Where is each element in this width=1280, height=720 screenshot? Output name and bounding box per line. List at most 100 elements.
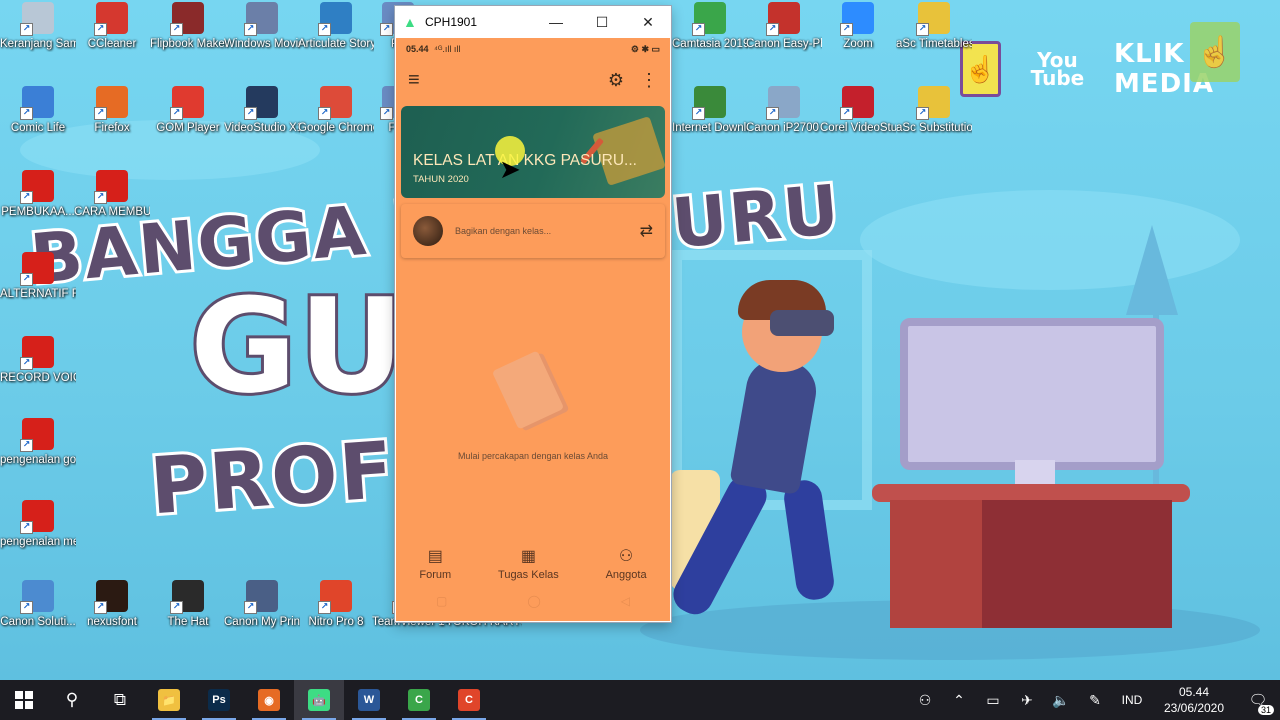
tab-forum[interactable]: ▤ Forum [419, 546, 451, 581]
desktop-icon-label: ALTERNATIF RECORD ... [0, 288, 76, 300]
shortcut-arrow-icon: ↗ [244, 107, 257, 120]
taskbar-app-firefox[interactable]: ◉ [244, 680, 294, 720]
desktop-icon[interactable]: ↗ nexusfont [74, 580, 150, 630]
youtube-logo: You Tube [1030, 48, 1085, 90]
desktop-icon-label: Canon iP2700 seri... [746, 122, 822, 134]
shortcut-arrow-icon: ↗ [20, 357, 33, 370]
home-icon[interactable]: ◯ [527, 594, 540, 608]
shortcut-arrow-icon: ↗ [20, 191, 33, 204]
flipbook-icon: ↗ [170, 2, 204, 36]
desktop-icon-label: Canon Soluti... [0, 616, 76, 628]
desktop-icon[interactable]: ↗ Camtasia 2019 [672, 2, 748, 52]
taskbar-app-photoshop[interactable]: Ps [194, 680, 244, 720]
taskbar-app-android-emulator[interactable]: 🤖 [294, 680, 344, 720]
desktop-icon[interactable]: ↗ Nitro Pro 8 [298, 580, 374, 630]
class-banner[interactable]: KELAS LAT AN KKG PASURU... TAHUN 2020 ➤ [401, 106, 665, 198]
desktop-icon[interactable]: ↗ pengenalan google ke... [0, 418, 76, 468]
desktop-icon-label: aSc Substitution [896, 122, 972, 134]
shortcut-arrow-icon: ↗ [380, 23, 393, 36]
desktop-icon-label: Canon My Printer [224, 616, 300, 628]
pen-icon[interactable]: ✎ [1078, 692, 1112, 709]
desktop-icon[interactable]: ↗ PEMBUKAA... [0, 170, 76, 220]
firefox-icon: ↗ [94, 86, 128, 120]
network-icon[interactable]: ✈ [1010, 692, 1044, 709]
status-time: 05.44 [406, 44, 429, 54]
desktop-icon-label: Keranjang Sampah [0, 38, 76, 50]
desktop-icon[interactable]: ↗ Flipbook Maker Pro [150, 2, 226, 52]
desktop-icon[interactable]: ↗ pengenalan menultrec [0, 500, 76, 550]
volume-icon[interactable]: 🔈 [1044, 692, 1078, 709]
desktop-icon[interactable]: ↗ Canon My Printer [224, 580, 300, 630]
tab-label: Anggota [605, 569, 647, 581]
close-button[interactable]: ✕ [625, 6, 671, 38]
tab-members[interactable]: ⚇ Anggota [606, 546, 647, 581]
start-button[interactable] [0, 680, 48, 720]
menu-icon[interactable]: ≡ [408, 69, 420, 92]
videostudio-icon: ↗ [244, 86, 278, 120]
taskbar-app-file-explorer[interactable]: 📁 [144, 680, 194, 720]
desktop-icon[interactable]: ↗ Comic Life [0, 86, 76, 136]
show-hidden-icons-icon[interactable]: ⌃ [942, 692, 976, 709]
desktop-icon[interactable]: ↗ aSc Substitution [896, 86, 972, 136]
tab-classwork[interactable]: ▦ Tugas Kelas [498, 546, 559, 581]
back-icon[interactable]: ◁ [621, 594, 630, 608]
desktop-icon[interactable]: ↗ VideoStudio X10 Training [224, 86, 300, 136]
desktop-icon[interactable]: ↗ RECORD VOICE ALT... [0, 336, 76, 386]
clock[interactable]: 05.44 23/06/2020 [1152, 684, 1236, 716]
settings-icon[interactable]: ⚙ [608, 70, 624, 91]
taskbar-app-camtasia-recorder[interactable]: C [444, 680, 494, 720]
shortcut-arrow-icon: ↗ [244, 601, 257, 614]
recent-apps-icon[interactable]: ▢ [436, 594, 447, 608]
system-tray: ⚇ ⌃ ▭ ✈ 🔈 ✎ IND 05.44 23/06/2020 🗨 31 [908, 680, 1280, 720]
recycle-bin-icon: ↗ [20, 2, 54, 36]
share-with-class[interactable]: Bagikan dengan kelas... ⇄ [401, 204, 665, 258]
desktop-icon[interactable]: ↗ Windows Movie Maker [224, 2, 300, 52]
action-center-button[interactable]: 🗨 31 [1236, 691, 1280, 715]
desktop-icon[interactable]: ↗ CCleaner [74, 2, 150, 52]
desktop-icon[interactable]: ↗ Canon iP2700 seri... [746, 86, 822, 136]
desktop-icon[interactable]: ↗ CARA MEMBU... [74, 170, 150, 220]
video-file-icon: ↗ [20, 418, 54, 452]
desktop-icon-label: Zoom [843, 38, 873, 50]
input-language[interactable]: IND [1112, 693, 1152, 707]
desktop-icon[interactable]: ↗ Zoom [820, 2, 896, 52]
more-options-icon[interactable]: ⋮ [640, 70, 658, 91]
emulator-window[interactable]: ▲ CPH1901 — ☐ ✕ 05.44 ⁴ᴳ.ıll ıll ⚙ ✱ ▭ ≡… [395, 6, 671, 622]
desktop-icon-label: VideoStudio X10 Training [224, 122, 300, 134]
taskbar-apps: 📁 Ps ◉ 🤖 W C C [144, 680, 494, 720]
firefox-icon: ◉ [258, 689, 280, 711]
taskbar: ⚲ ⧉ 📁 Ps ◉ 🤖 W C C ⚇ ⌃ ▭ ✈ 🔈 ✎ IND 05.44 23/06… [0, 680, 1280, 720]
task-view-button[interactable]: ⧉ [96, 680, 144, 720]
minimize-button[interactable]: — [533, 6, 579, 38]
shortcut-arrow-icon: ↗ [20, 107, 33, 120]
desktop-icon[interactable]: ↗ Keranjang Sampah [0, 2, 76, 52]
desktop-icon[interactable]: ↗ Canon Easy-Photo... [746, 2, 822, 52]
battery-icon[interactable]: ▭ [976, 692, 1010, 709]
shortcut-arrow-icon: ↗ [766, 23, 779, 36]
desktop-icon[interactable]: ↗ The Hat [150, 580, 226, 630]
people-icon[interactable]: ⚇ [908, 692, 942, 709]
desktop-icon[interactable]: ↗ ALTERNATIF RECORD ... [0, 252, 76, 302]
emulator-titlebar[interactable]: ▲ CPH1901 — ☐ ✕ [395, 6, 671, 38]
search-button[interactable]: ⚲ [48, 680, 96, 720]
desktop-icon[interactable]: ↗ GOM Player [150, 86, 226, 136]
desktop-icon[interactable]: ↗ Canon Soluti... [0, 580, 76, 630]
taskbar-app-camtasia[interactable]: C [394, 680, 444, 720]
maximize-button[interactable]: ☐ [579, 6, 625, 38]
gom-player-icon: ↗ [170, 86, 204, 120]
desktop-icon[interactable]: ↗ Internet Downlo... [672, 86, 748, 136]
shortcut-arrow-icon: ↗ [318, 107, 331, 120]
repost-icon[interactable]: ⇄ [640, 221, 653, 241]
desktop-icon-label: RECORD VOICE ALT... [0, 372, 76, 384]
word-icon: W [358, 689, 380, 711]
desktop-icon[interactable]: ↗ Firefox [74, 86, 150, 136]
desktop-icon-label: CARA MEMBU... [74, 206, 150, 218]
photoshop-icon: Ps [208, 689, 230, 711]
taskbar-app-word[interactable]: W [344, 680, 394, 720]
forum-icon: ▤ [427, 548, 443, 565]
desktop-icon[interactable]: ↗ Corel VideoStud... [820, 86, 896, 136]
desktop-icon-label: Camtasia 2019 [672, 38, 748, 50]
mouse-cursor-icon: ➤ [499, 154, 521, 184]
shortcut-arrow-icon: ↗ [20, 521, 33, 534]
desktop-icon[interactable]: ↗ aSc Timetables [896, 2, 972, 52]
